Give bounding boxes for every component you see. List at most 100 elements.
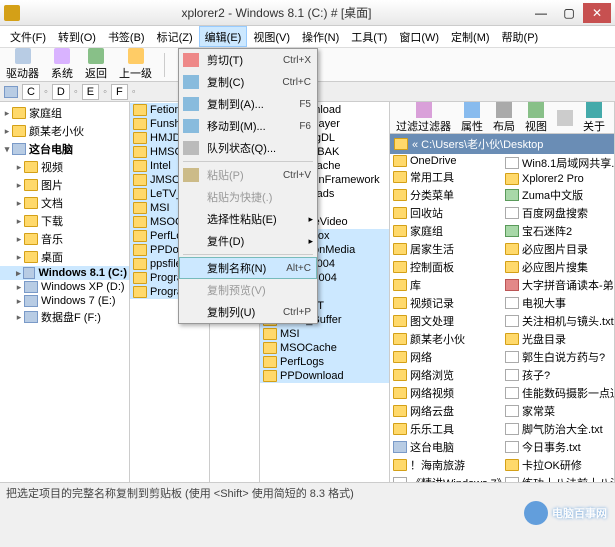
file-item[interactable]: MSI xyxy=(260,327,389,341)
tree-item[interactable]: ▸颜某老小伙 xyxy=(0,122,129,140)
expand-icon[interactable]: ▸ xyxy=(14,198,24,209)
tree-item[interactable]: ▸下载 xyxy=(0,212,129,230)
rtool-关于[interactable]: 关于 xyxy=(583,102,605,134)
menu-定制M[interactable]: 定制(M) xyxy=(445,26,496,47)
file-item[interactable]: 家常菜 xyxy=(502,402,614,420)
expand-icon[interactable]: ▸ xyxy=(14,180,24,191)
file-item[interactable]: 常用工具 xyxy=(390,168,502,186)
menu-item-移动到(M)...[interactable]: 移动到(M)...F6 xyxy=(179,115,317,137)
file-item[interactable]: Zuma中文版 xyxy=(502,186,614,204)
expand-icon[interactable]: ▸ xyxy=(14,162,24,173)
expand-icon[interactable]: ▾ xyxy=(2,144,12,155)
file-item[interactable]: 控制面板 xyxy=(390,258,502,276)
file-item[interactable]: 网络云盘 xyxy=(390,402,502,420)
menu-item-选择性粘贴(E)[interactable]: 选择性粘贴(E)▸ xyxy=(179,208,317,230)
file-item[interactable]: PPDownload xyxy=(260,369,389,383)
tree-item[interactable]: ▸数据盘F (F:) xyxy=(0,308,129,326)
menu-item-复制(C)[interactable]: 复制(C)Ctrl+C xyxy=(179,71,317,93)
expand-icon[interactable]: ▸ xyxy=(14,252,24,263)
file-item[interactable]: 居家生活 xyxy=(390,240,502,258)
menu-操作N[interactable]: 操作(N) xyxy=(296,26,345,47)
toolbar-驱动器[interactable]: 驱动器 xyxy=(6,48,39,81)
menu-帮助P[interactable]: 帮助(P) xyxy=(496,26,545,47)
menu-item-剪切(T)[interactable]: 剪切(T)Ctrl+X xyxy=(179,49,317,71)
file-item[interactable]: 脚气防治大全.txt xyxy=(502,420,614,438)
file-item[interactable]: 颜某老小伙 xyxy=(390,330,502,348)
file-item[interactable]: PerfLogs xyxy=(260,355,389,369)
menu-item-复制名称(N)[interactable]: 复制名称(N)Alt+C xyxy=(179,257,317,279)
expand-icon[interactable]: ▸ xyxy=(14,312,24,323)
file-item[interactable]: 网络浏览 xyxy=(390,366,502,384)
file-item[interactable]: Xplorer2 Pro xyxy=(502,172,614,186)
file-item[interactable]: 佳能数码摄影一点通 xyxy=(502,384,614,402)
file-item[interactable]: 网络 xyxy=(390,348,502,366)
file-item[interactable]: 卡拉OK研修 xyxy=(502,456,614,474)
file-item[interactable]: 家庭组 xyxy=(390,222,502,240)
tree-item[interactable]: ▸视频 xyxy=(0,158,129,176)
file-item[interactable]: 视频记录 xyxy=(390,294,502,312)
menu-item-复制到(A)...[interactable]: 复制到(A)...F5 xyxy=(179,93,317,115)
path-bar[interactable]: « C:\Users\老小伙\Desktop xyxy=(390,134,614,154)
menu-工具T[interactable]: 工具(T) xyxy=(345,26,393,47)
file-item[interactable]: 孩子? xyxy=(502,366,614,384)
rtool-布局[interactable]: 布局 xyxy=(493,102,515,134)
toolbar-返回[interactable]: 返回 xyxy=(85,48,107,81)
file-item[interactable]: 郭生白说方药与? xyxy=(502,348,614,366)
file-item[interactable]: 练功十八法前十八法 xyxy=(502,474,614,482)
minimize-button[interactable]: — xyxy=(527,3,555,23)
file-item[interactable]: 宝石迷阵2 xyxy=(502,222,614,240)
rtool-视图[interactable]: 视图 xyxy=(525,102,547,134)
drive-tab-D[interactable]: D xyxy=(52,84,70,100)
tree-item[interactable]: ▸Windows XP (D:) xyxy=(0,280,129,294)
file-item[interactable]: 关注相机与镜头.txt xyxy=(502,312,614,330)
drive-tab-E[interactable]: E xyxy=(82,84,99,100)
file-item[interactable]: 今日事务.txt xyxy=(502,438,614,456)
tree-item[interactable]: ▸Windows 7 (E:) xyxy=(0,294,129,308)
expand-icon[interactable]: ▸ xyxy=(14,268,23,279)
menu-书签B[interactable]: 书签(B) xyxy=(102,26,151,47)
menu-窗口W[interactable]: 窗口(W) xyxy=(393,26,445,47)
menu-item-复制列(U)[interactable]: 复制列(U)Ctrl+P xyxy=(179,301,317,323)
rtool-过滤过滤器[interactable]: 过滤过滤器 xyxy=(396,102,451,134)
menu-标记Z[interactable]: 标记(Z) xyxy=(151,26,199,47)
tree-item[interactable]: ▸文档 xyxy=(0,194,129,212)
file-item[interactable]: 分类菜单 xyxy=(390,186,502,204)
file-item[interactable]: 乐乐工具 xyxy=(390,420,502,438)
file-item[interactable]: 必应图片搜集 xyxy=(502,258,614,276)
file-item[interactable]: OneDrive xyxy=(390,154,502,168)
maximize-button[interactable]: ▢ xyxy=(555,3,583,23)
expand-icon[interactable]: ▸ xyxy=(14,216,24,227)
file-item[interactable]: 图文处理 xyxy=(390,312,502,330)
file-item[interactable]: MSOCache xyxy=(260,341,389,355)
tree-item[interactable]: ▸Windows 8.1 (C:) xyxy=(0,266,129,280)
menu-转到O[interactable]: 转到(O) xyxy=(52,26,102,47)
tree-item[interactable]: ▸图片 xyxy=(0,176,129,194)
file-item[interactable]: 必应图片目录 xyxy=(502,240,614,258)
menu-item-队列状态(Q)...[interactable]: 队列状态(Q)... xyxy=(179,137,317,159)
file-item[interactable]: 光盘目录 xyxy=(502,330,614,348)
drive-tab-F[interactable]: F xyxy=(111,84,128,100)
expand-icon[interactable]: ▸ xyxy=(14,234,24,245)
menu-文件F[interactable]: 文件(F) xyxy=(4,26,52,47)
menu-视图V[interactable]: 视图(V) xyxy=(247,26,296,47)
tree-item[interactable]: ▸音乐 xyxy=(0,230,129,248)
file-item[interactable]: 《精讲Windows 7》(王珣) 影印版 xyxy=(390,474,502,482)
drive-tab-C[interactable]: C xyxy=(22,84,40,100)
file-item[interactable]: 这台电脑 xyxy=(390,438,502,456)
menu-item-复件(D)[interactable]: 复件(D)▸ xyxy=(179,230,317,252)
tree-item[interactable]: ▾这台电脑 xyxy=(0,140,129,158)
rtool-btn[interactable] xyxy=(557,110,573,126)
file-item[interactable]: 回收站 xyxy=(390,204,502,222)
expand-icon[interactable]: ▸ xyxy=(14,282,24,293)
file-item[interactable]: 网络视频 xyxy=(390,384,502,402)
toolbar-系统[interactable]: 系统 xyxy=(51,48,73,81)
file-item[interactable]: 百度网盘搜索 xyxy=(502,204,614,222)
file-item[interactable]: Win8.1局域网共享.txt xyxy=(502,154,614,172)
expand-icon[interactable]: ▸ xyxy=(2,126,12,137)
rtool-属性[interactable]: 属性 xyxy=(461,102,483,134)
close-button[interactable]: ✕ xyxy=(583,3,611,23)
file-item[interactable]: 大字拼音诵读本-弟子 xyxy=(502,276,614,294)
file-item[interactable]: 电视大事 xyxy=(502,294,614,312)
expand-icon[interactable]: ▸ xyxy=(2,108,12,119)
file-item[interactable]: ！海南旅游 xyxy=(390,456,502,474)
